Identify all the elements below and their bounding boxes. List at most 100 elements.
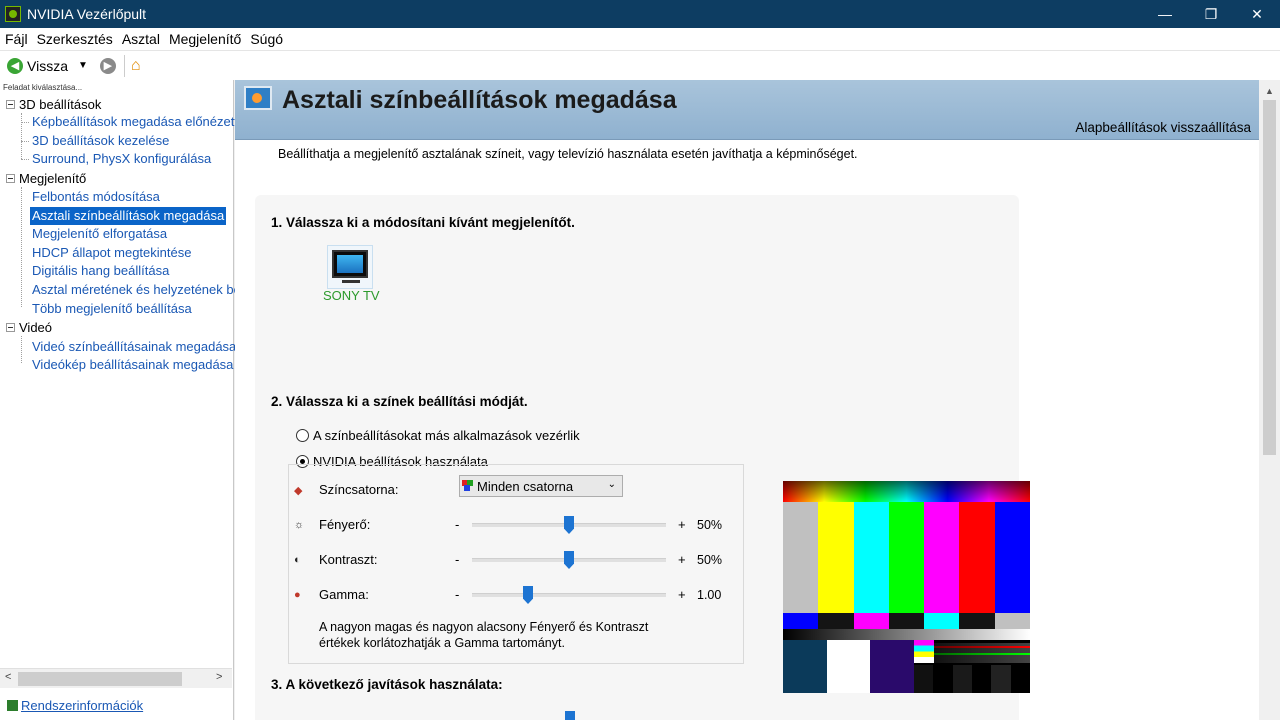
gray-ramp — [783, 629, 1030, 640]
contrast-decrease[interactable]: - — [455, 552, 459, 567]
brightness-value: 50% — [697, 518, 723, 532]
reverse-bar — [853, 613, 889, 629]
collapse-icon[interactable] — [6, 100, 15, 109]
close-button[interactable]: ✕ — [1234, 0, 1280, 28]
scroll-up-icon[interactable]: ▲ — [1265, 86, 1274, 96]
gamma-slider-track[interactable] — [472, 593, 666, 597]
gamma-value: 1.00 — [697, 588, 722, 602]
restore-defaults-link[interactable]: Alapbeállítások visszaállítása — [1075, 120, 1251, 135]
task-tree-pane: Feladat kiválasztása... 3D beállítások K… — [0, 80, 248, 720]
reverse-bars — [783, 613, 1030, 629]
scroll-left-icon[interactable]: < — [5, 671, 11, 683]
menu-help[interactable]: Súgó — [250, 31, 283, 47]
color-channel-dropdown[interactable]: Minden csatorna ⌄ — [459, 475, 623, 497]
menu-display[interactable]: Megjelenítő — [169, 31, 241, 47]
nvidia-app-icon — [5, 6, 21, 22]
color-bar — [853, 502, 889, 613]
display-name-label[interactable]: SONY TV — [323, 288, 380, 303]
tree-item-change-resolution[interactable]: Felbontás módosítása — [30, 188, 162, 206]
content-vertical-scrollbar[interactable]: ▲ — [1259, 80, 1280, 720]
menu-edit[interactable]: Szerkesztés — [37, 31, 113, 47]
back-arrow-icon[interactable]: ◀ — [7, 57, 23, 74]
tree-item-digital-audio[interactable]: Digitális hang beállítása — [30, 262, 171, 280]
back-history-dropdown-icon[interactable]: ▼ — [78, 60, 88, 71]
back-button[interactable]: Vissza — [27, 58, 68, 74]
tree-item-manage-3d-settings[interactable]: 3D beállítások kezelése — [30, 132, 171, 150]
tree-item-hdcp-status[interactable]: HDCP állapot megtekintése — [30, 244, 193, 262]
title-bar: NVIDIA Vezérlőpult — ❐ ✕ — [0, 0, 1280, 28]
color-bar — [994, 502, 1030, 613]
partial-slider-thumb[interactable] — [565, 711, 575, 720]
gamma-decrease[interactable]: - — [455, 587, 459, 602]
color-bars — [783, 502, 1030, 613]
minimize-button[interactable]: — — [1142, 0, 1188, 28]
system-info-link[interactable]: Rendszerinformációk — [7, 698, 143, 713]
tree-item-rotate-display[interactable]: Megjelenítő elforgatása — [30, 225, 169, 243]
radio-label: A színbeállításokat más alkalmazások vez… — [313, 428, 580, 443]
tree-item-desktop-color-settings[interactable]: Asztali színbeállítások megadása — [30, 207, 227, 225]
color-bar — [818, 502, 854, 613]
reverse-bar — [994, 613, 1030, 629]
tree-item-multiple-displays[interactable]: Több megjelenítő beállítása — [30, 300, 194, 318]
pluge-step — [1010, 665, 1030, 693]
display-tv-icon[interactable] — [327, 245, 373, 289]
contrast-label: Kontraszt: — [319, 552, 378, 567]
reverse-bar — [818, 613, 854, 629]
color-channel-icon: ◆ — [294, 485, 303, 497]
tree-category-label: Videó — [19, 320, 53, 335]
collapse-icon[interactable] — [6, 323, 15, 332]
tree-item-surround-physx[interactable]: Surround, PhysX konfigurálása — [30, 150, 213, 168]
pluge-steps — [914, 665, 1030, 693]
tree-category-display[interactable]: Megjelenítő — [6, 171, 86, 186]
maximize-button[interactable]: ❐ — [1188, 0, 1234, 28]
menu-file[interactable]: Fájl — [5, 31, 28, 47]
reverse-bar — [924, 613, 960, 629]
collapse-icon[interactable] — [6, 174, 15, 183]
menu-bar: Fájl Szerkesztés Asztal Megjelenítő Súgó — [0, 28, 1280, 50]
tree-line — [21, 113, 22, 159]
window-title: NVIDIA Vezérlőpult — [27, 6, 147, 22]
toolbar-separator — [123, 54, 125, 77]
tree-category-video[interactable]: Videó — [6, 320, 52, 335]
menu-desktop[interactable]: Asztal — [122, 31, 160, 47]
reverse-bar — [888, 613, 925, 629]
brightness-decrease[interactable]: - — [455, 517, 459, 532]
step-3-heading: 3. A következő javítások használata: — [271, 677, 503, 692]
tree-item-desktop-size-position[interactable]: Asztal méretének és helyzetének be — [30, 281, 243, 299]
scrollbar-thumb[interactable] — [1263, 100, 1276, 455]
scrollbar-thumb[interactable] — [18, 672, 182, 686]
tree-horizontal-scrollbar[interactable]: < > — [0, 668, 232, 688]
task-tree: 3D beállítások Képbeállítások megadása e… — [0, 95, 248, 720]
tree-item-video-color-settings[interactable]: Videó színbeállításainak megadása — [30, 338, 238, 356]
tree-category-label: Megjelenítő — [19, 171, 87, 186]
pluge-step — [991, 665, 1011, 693]
page-description: Beállíthatja a megjelenítő asztalának sz… — [278, 147, 858, 161]
tree-connector — [21, 159, 29, 160]
home-icon[interactable]: ⌂ — [131, 57, 141, 75]
system-info-label[interactable]: Rendszerinformációk — [21, 698, 143, 713]
pluge-block — [934, 643, 1030, 663]
tree-line — [21, 336, 22, 363]
contrast-value: 50% — [697, 553, 723, 567]
gamma-label: Gamma: — [319, 587, 369, 602]
chevron-down-icon[interactable]: ⌄ — [608, 479, 616, 490]
scroll-right-icon[interactable]: > — [216, 671, 222, 683]
forward-arrow-icon[interactable]: ▶ — [99, 57, 116, 74]
color-bar — [959, 502, 995, 613]
radio-other-apps[interactable]: A színbeállításokat más alkalmazások vez… — [296, 428, 580, 443]
color-test-pattern — [783, 481, 1030, 693]
contrast-increase[interactable]: + — [678, 552, 686, 567]
tree-connector — [21, 122, 29, 123]
window-controls: — ❐ ✕ — [1142, 0, 1280, 28]
system-info-icon — [7, 700, 18, 711]
tree-category-3d[interactable]: 3D beállítások — [6, 97, 101, 112]
tree-item-image-settings-preview[interactable]: Képbeállítások megadása előnézettel — [30, 113, 250, 131]
tree-connector — [21, 141, 29, 142]
brightness-increase[interactable]: + — [678, 517, 686, 532]
color-bar — [783, 502, 819, 613]
toolbar: ◀ Vissza ▼ ▶ ⌂ — [0, 50, 1280, 80]
gamma-increase[interactable]: + — [678, 587, 686, 602]
contrast-icon: ◐ — [294, 554, 301, 566]
tree-item-video-image-settings[interactable]: Videókép beállításainak megadása — [30, 356, 235, 374]
radio-button[interactable] — [296, 429, 309, 442]
